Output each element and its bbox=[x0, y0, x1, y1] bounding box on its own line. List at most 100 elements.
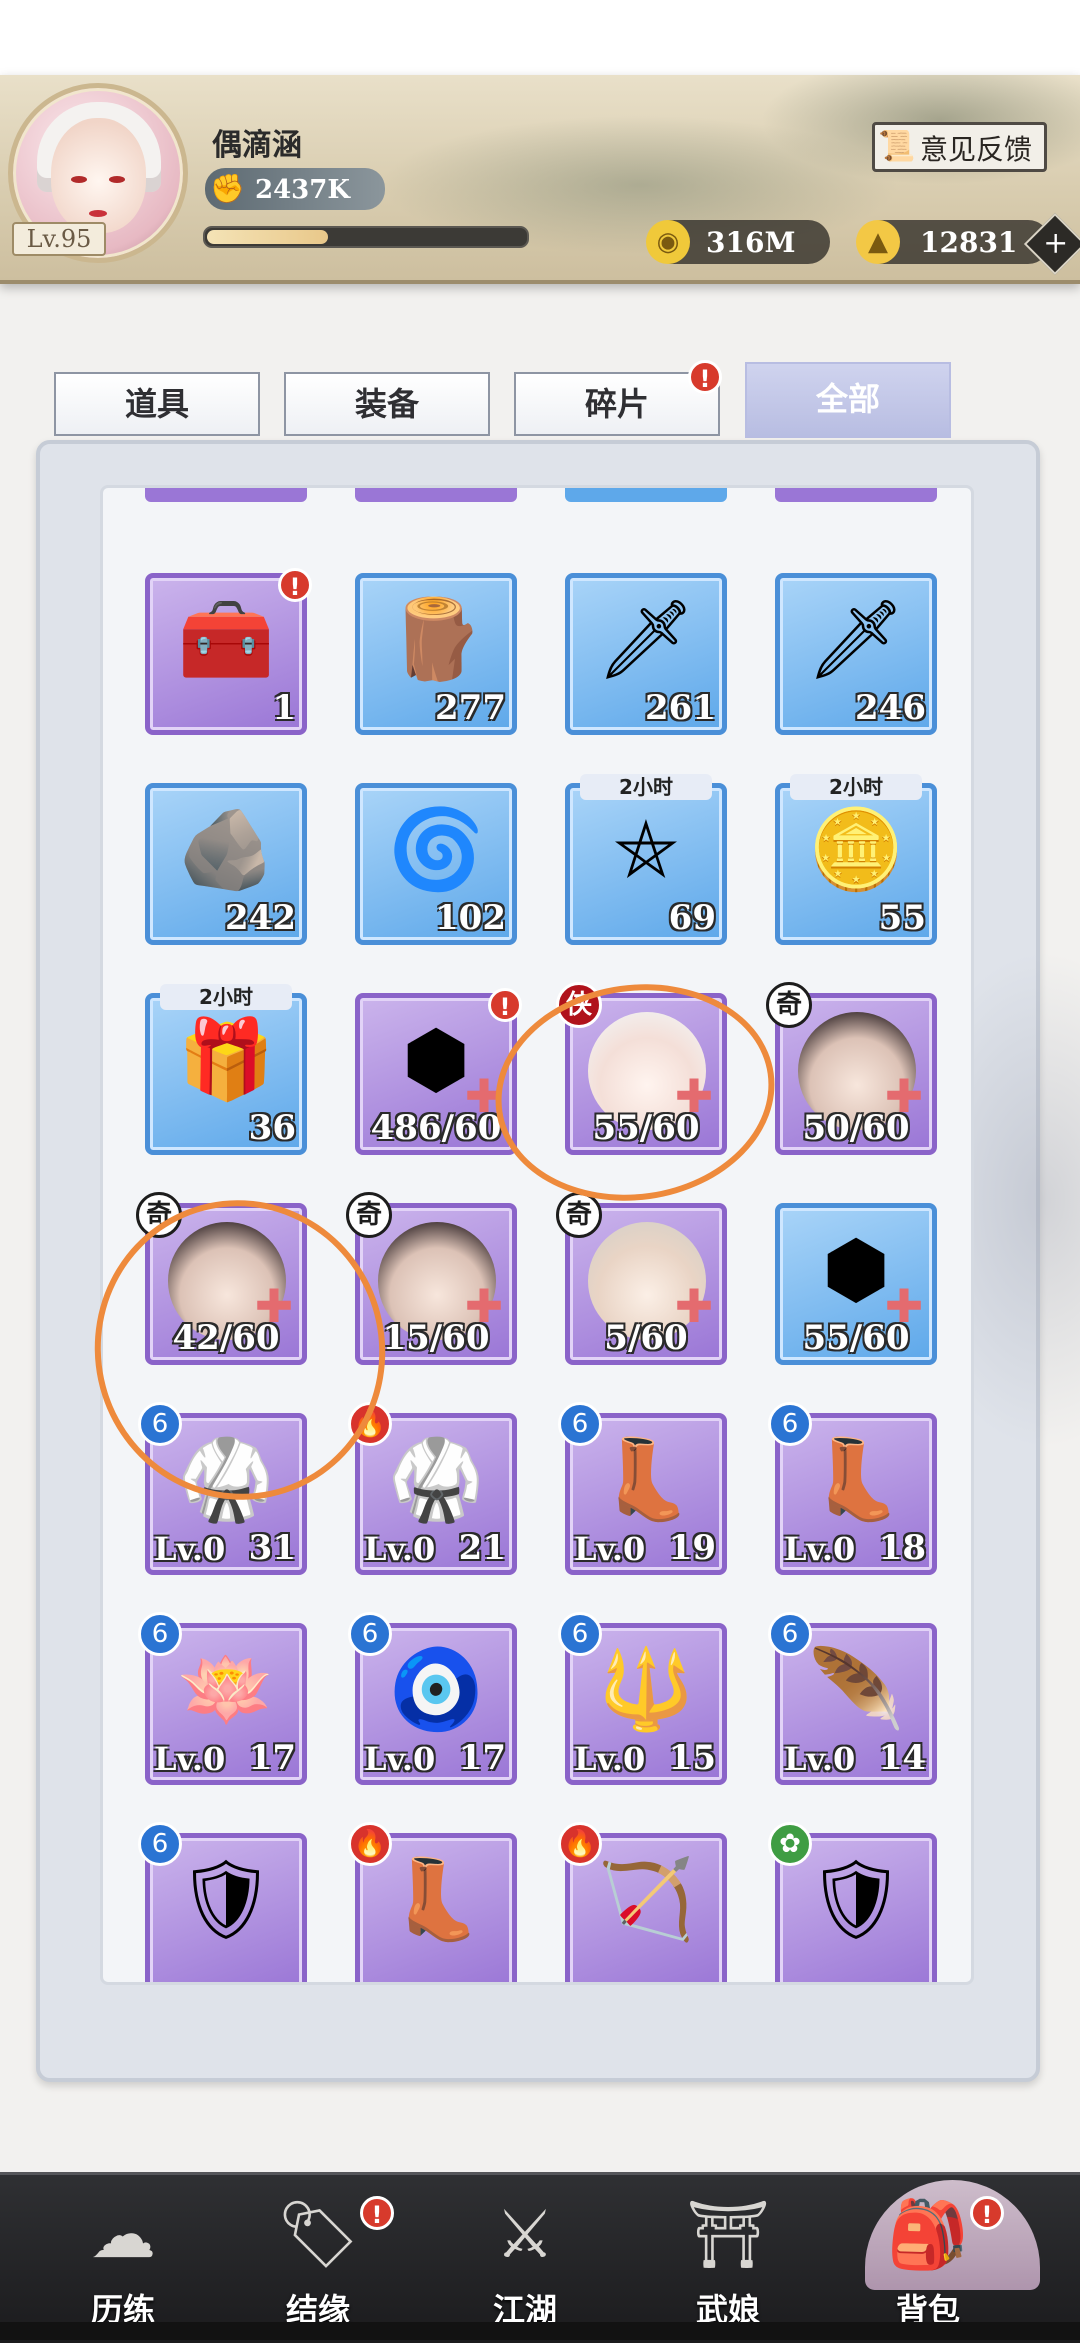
throwing-knife-icon: 🗡 bbox=[596, 595, 696, 685]
item-count: 15 bbox=[668, 1738, 716, 1778]
water-element-icon: 6 bbox=[558, 1612, 602, 1656]
item-slot-chest-armor[interactable]: 🛡 6 bbox=[138, 1822, 307, 1982]
item-level: Lv.0 bbox=[574, 1740, 646, 1778]
backpack-icon: 🎒 bbox=[886, 2196, 970, 2273]
item-slot-partial bbox=[145, 488, 307, 502]
status-bar bbox=[0, 0, 1080, 75]
nav-alert-badge: ! bbox=[360, 2196, 394, 2230]
chest-armor-icon: 🛡 bbox=[806, 1855, 906, 1945]
nav-cloud[interactable]: ☁ 历练 bbox=[33, 2190, 213, 2330]
item-slot-hero-fragment[interactable]: ✚ 奇 50/60 bbox=[766, 982, 937, 1155]
item-count: 277 bbox=[435, 688, 506, 728]
item-slot-ore-rocks[interactable]: 🪨 242 bbox=[145, 783, 307, 945]
item-count: 17 bbox=[458, 1738, 506, 1778]
tab-label: 道具 bbox=[124, 385, 189, 423]
bow-weapon-icon: 🏹 bbox=[597, 1855, 695, 1945]
tab-items[interactable]: 道具 bbox=[54, 372, 260, 436]
gold-value: 316M bbox=[706, 226, 796, 259]
gold-coin-icon: ◉ bbox=[646, 220, 690, 264]
item-slot-pentagram-seal[interactable]: ⛤ 2小时 69 bbox=[565, 774, 727, 945]
tab-label: 装备 bbox=[354, 385, 419, 423]
item-slot-hero-fragment[interactable]: ✚ 奇 5/60 bbox=[556, 1192, 727, 1365]
tab-label: 全部 bbox=[815, 380, 880, 418]
nav-backpack[interactable]: 🎒 背包! bbox=[838, 2190, 1018, 2330]
tab-equipment[interactable]: 装备 bbox=[284, 372, 490, 436]
ingot-value: 12831 bbox=[920, 226, 1018, 259]
item-count: 14 bbox=[878, 1738, 926, 1778]
tab-label: 碎片 bbox=[584, 385, 649, 423]
item-level: Lv.0 bbox=[154, 1740, 226, 1778]
item-slot-gold-box[interactable]: 🎁 2小时 36 bbox=[145, 984, 307, 1155]
item-count: 5/60 bbox=[604, 1318, 688, 1358]
fire-element-icon: 🔥 bbox=[348, 1822, 392, 1866]
item-count: 261 bbox=[645, 688, 716, 728]
ore-rocks-icon: 🪨 bbox=[177, 805, 275, 895]
item-slot-boots[interactable]: 👢 6 Lv.0 19 bbox=[558, 1402, 727, 1575]
exp-bar bbox=[203, 226, 529, 248]
wood-element-icon: ✿ bbox=[768, 1822, 812, 1866]
water-element-icon: 6 bbox=[348, 1612, 392, 1656]
tab-fragments-alert-badge: ! bbox=[688, 360, 722, 394]
item-count: 36 bbox=[248, 1108, 296, 1148]
item-slot-jade-pendant[interactable]: 🧿 6 Lv.0 17 bbox=[348, 1612, 517, 1785]
item-slot-feather-fan[interactable]: 🪶 6 Lv.0 14 bbox=[768, 1612, 937, 1785]
gold-box-icon: 🎁 bbox=[177, 1015, 275, 1105]
item-slot-spiral-stone[interactable]: 🌀 102 bbox=[355, 783, 517, 945]
player-level-badge: Lv.95 bbox=[12, 222, 106, 256]
spear-weapon-icon: 🔱 bbox=[597, 1645, 695, 1735]
item-alert-badge: ! bbox=[488, 988, 522, 1022]
item-slot-wood-log[interactable]: 🪵 277 bbox=[355, 573, 517, 735]
wood-log-icon: 🪵 bbox=[387, 595, 485, 685]
timer-label: 2小时 bbox=[580, 774, 712, 800]
item-slot-partial bbox=[355, 488, 517, 502]
bamboo-hat-icon: ⛩ bbox=[686, 2196, 770, 2273]
gold-coin-icon: 🪙 bbox=[807, 805, 905, 895]
item-count: 19 bbox=[668, 1528, 716, 1568]
item-slot-bow-weapon[interactable]: 🏹 🔥 bbox=[558, 1822, 727, 1982]
timer-label: 2小时 bbox=[790, 774, 922, 800]
pentagram-seal-icon: ⛤ bbox=[614, 805, 678, 895]
item-count: 50/60 bbox=[802, 1108, 910, 1148]
nav-plaque[interactable]: 🏷 结缘! bbox=[228, 2190, 408, 2330]
item-slot-gold-coin[interactable]: 🪙 2小时 55 bbox=[775, 774, 937, 945]
tab-all[interactable]: 全部 bbox=[745, 362, 951, 438]
sword-blade-icon: 🗡 bbox=[806, 595, 906, 685]
avatar-eye bbox=[109, 176, 125, 183]
nav-crossed-swords[interactable]: ⚔ 江湖 bbox=[435, 2190, 615, 2330]
exp-bar-fill bbox=[207, 230, 328, 244]
item-count: 17 bbox=[248, 1738, 296, 1778]
crossed-swords-icon: ⚔ bbox=[495, 2196, 555, 2273]
boots-icon: 👢 bbox=[597, 1435, 695, 1525]
item-level: Lv.0 bbox=[154, 1530, 226, 1568]
item-level: Lv.0 bbox=[784, 1530, 856, 1568]
item-slot-sword-blade[interactable]: 🗡 246 bbox=[775, 573, 937, 735]
scroll-icon: 📜 bbox=[878, 129, 916, 164]
nav-alert-badge: ! bbox=[970, 2196, 1004, 2230]
power-value: 2437K bbox=[255, 175, 350, 205]
item-slot-lotus-fan[interactable]: 🪷 6 Lv.0 17 bbox=[138, 1612, 307, 1785]
item-slot-robe-armor[interactable]: 🥋 🔥 Lv.0 21 bbox=[348, 1402, 517, 1575]
item-slot-boots[interactable]: 👢 🔥 bbox=[348, 1822, 517, 1982]
item-level: Lv.0 bbox=[574, 1530, 646, 1568]
plus-icon: + bbox=[1043, 225, 1069, 261]
player-name: 偶滴涵 bbox=[212, 128, 302, 163]
item-count: 18 bbox=[878, 1528, 926, 1568]
item-slot-chest-armor[interactable]: 🛡 ✿ bbox=[768, 1822, 937, 1982]
item-count: 69 bbox=[668, 898, 716, 938]
item-count: 31 bbox=[248, 1528, 296, 1568]
item-slot-treasure-chest[interactable]: 🧰 1! bbox=[145, 568, 312, 735]
item-level: Lv.0 bbox=[364, 1740, 436, 1778]
nav-bamboo-hat[interactable]: ⛩ 武娘 bbox=[638, 2190, 818, 2330]
item-slot-spear-weapon[interactable]: 🔱 6 Lv.0 15 bbox=[558, 1612, 727, 1785]
water-element-icon: 6 bbox=[768, 1612, 812, 1656]
item-slot-boots[interactable]: 👢 6 Lv.0 18 bbox=[768, 1402, 937, 1575]
water-element-icon: 6 bbox=[138, 1612, 182, 1656]
water-element-icon: 6 bbox=[138, 1822, 182, 1866]
item-slot-purple-gem-fragment[interactable]: ⬢ ✚ 486/60! bbox=[355, 988, 522, 1155]
timer-label: 2小时 bbox=[160, 984, 292, 1010]
item-slot-blue-gem-fragment[interactable]: ⬢ ✚ 55/60 bbox=[775, 1203, 937, 1365]
item-slot-throwing-knife[interactable]: 🗡 261 bbox=[565, 573, 727, 735]
role-badge: 奇 bbox=[556, 1192, 602, 1238]
spiral-stone-icon: 🌀 bbox=[387, 805, 485, 895]
gold-ingot-icon: ▲ bbox=[856, 220, 900, 264]
